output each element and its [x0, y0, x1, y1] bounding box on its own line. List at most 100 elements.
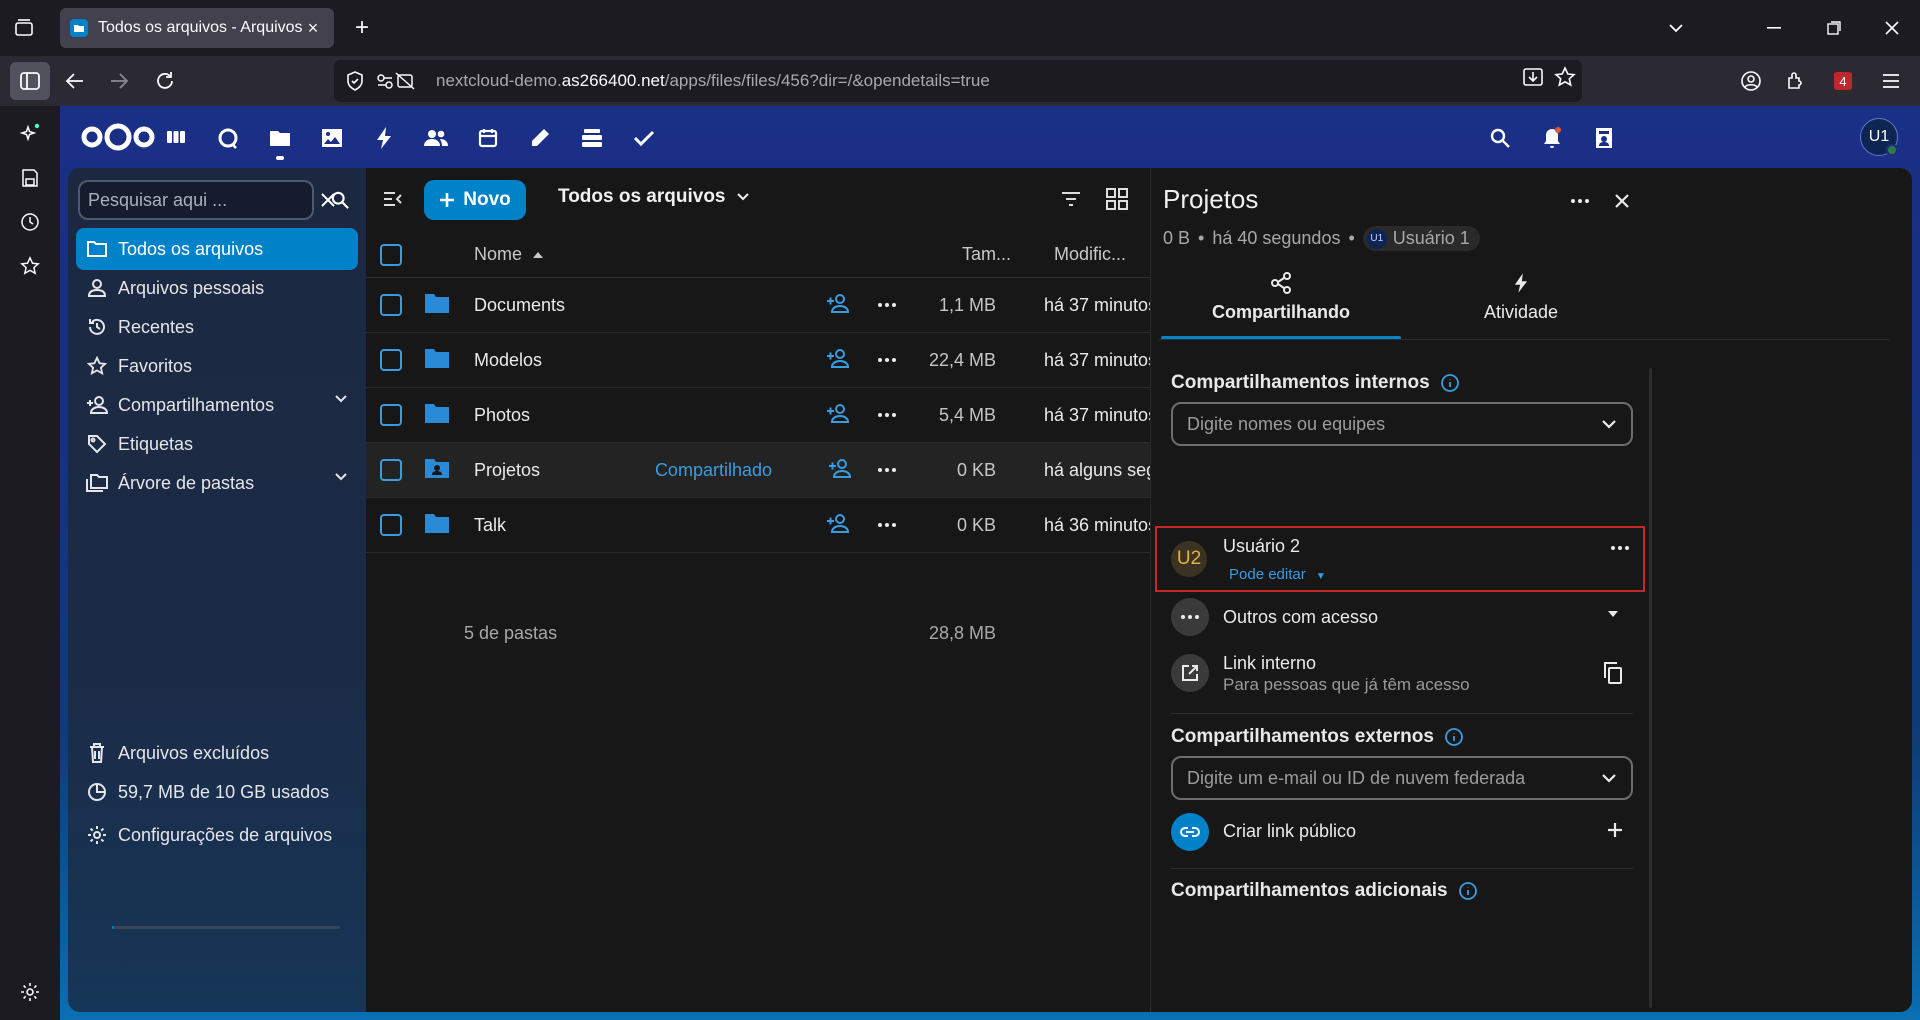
- window-close-icon[interactable]: [1878, 14, 1906, 42]
- unified-search-icon[interactable]: [1482, 120, 1518, 156]
- extension-badge-icon[interactable]: 4: [1828, 66, 1858, 96]
- nextcloud-logo-icon[interactable]: [80, 118, 156, 156]
- reload-icon[interactable]: [150, 66, 180, 96]
- forward-icon[interactable]: [104, 66, 134, 96]
- share-user-icon[interactable]: [826, 348, 850, 368]
- info-icon[interactable]: [1458, 881, 1478, 901]
- chevron-down-icon[interactable]: [334, 472, 348, 482]
- file-name[interactable]: Photos: [474, 405, 530, 426]
- row-more-icon[interactable]: [878, 293, 896, 307]
- file-name[interactable]: Documents: [474, 295, 565, 316]
- ai-sparkle-icon[interactable]: [18, 122, 42, 146]
- search-icon[interactable]: [326, 186, 354, 214]
- breadcrumb-current[interactable]: Todos os arquivos: [558, 186, 750, 208]
- close-sidebar-icon[interactable]: [1607, 186, 1637, 216]
- file-name[interactable]: Modelos: [474, 350, 542, 371]
- share-more-icon[interactable]: [1611, 546, 1629, 550]
- files-app-icon[interactable]: [262, 120, 298, 160]
- nav-item-deleted-files[interactable]: Arquivos excluídos: [76, 732, 358, 774]
- sidebar-toggle-icon[interactable]: [10, 62, 50, 100]
- talk-app-icon[interactable]: [210, 120, 246, 156]
- grid-view-icon[interactable]: [1102, 184, 1132, 214]
- shield-icon[interactable]: [346, 71, 364, 91]
- file-row[interactable]: Photos 5,4 MB há 37 minutos: [366, 388, 1157, 443]
- new-button[interactable]: Novo: [424, 180, 526, 220]
- row-checkbox[interactable]: [380, 514, 402, 536]
- browser-tab-active[interactable]: Todos os arquivos - Arquivos - Nextcloud…: [60, 8, 334, 48]
- file-row[interactable]: Projetos Compartilhado 0 KB há alguns seg..…: [366, 443, 1171, 498]
- nav-item-all-files[interactable]: Todos os arquivos: [76, 228, 358, 270]
- minimize-icon[interactable]: [1760, 14, 1788, 42]
- bookmarks-star-icon[interactable]: [18, 254, 42, 278]
- details-scrollbar[interactable]: [1649, 368, 1652, 1008]
- activity-app-icon[interactable]: [366, 120, 402, 156]
- notifications-bell-icon[interactable]: [1534, 120, 1570, 156]
- extensions-icon[interactable]: [1780, 66, 1810, 96]
- save-to-pocket-icon[interactable]: [18, 166, 42, 190]
- add-public-link-icon[interactable]: [1607, 822, 1623, 838]
- chevron-down-icon[interactable]: [334, 394, 348, 404]
- tab-close-icon[interactable]: ×: [302, 17, 324, 39]
- menu-icon[interactable]: [1876, 66, 1906, 96]
- row-checkbox[interactable]: [380, 404, 402, 426]
- row-more-icon[interactable]: [878, 348, 896, 362]
- row-more-icon[interactable]: [878, 403, 896, 417]
- internal-share-search[interactable]: Digite nomes ou equipes: [1171, 402, 1633, 446]
- nav-search-input[interactable]: [88, 189, 320, 211]
- dashboard-app-icon[interactable]: [158, 120, 194, 156]
- filter-icon[interactable]: [1056, 184, 1086, 214]
- caret-down-icon[interactable]: [1607, 610, 1619, 618]
- more-actions-icon[interactable]: [1565, 186, 1595, 216]
- notes-app-icon[interactable]: [522, 120, 558, 156]
- install-app-icon[interactable]: [1522, 66, 1544, 88]
- calendar-app-icon[interactable]: [470, 120, 506, 156]
- nav-item-personal-files[interactable]: Arquivos pessoais: [76, 267, 358, 309]
- permissions-icon[interactable]: [376, 71, 416, 91]
- nav-item-recent[interactable]: Recentes: [76, 306, 358, 348]
- history-icon[interactable]: [18, 210, 42, 234]
- tasks-app-icon[interactable]: [626, 120, 662, 156]
- row-checkbox[interactable]: [380, 349, 402, 371]
- sort-by-name[interactable]: Nome: [474, 244, 544, 265]
- collapse-navigation-icon[interactable]: [378, 184, 408, 214]
- external-share-search[interactable]: Digite um e-mail ou ID de nuvem federada: [1171, 756, 1633, 800]
- row-checkbox[interactable]: [380, 459, 402, 481]
- tab-sharing[interactable]: Compartilhando: [1161, 272, 1401, 340]
- user-avatar[interactable]: U1: [1860, 118, 1898, 156]
- shared-status-label[interactable]: Compartilhado: [655, 460, 772, 481]
- deck-app-icon[interactable]: [574, 120, 610, 156]
- file-row[interactable]: Talk 0 KB há 36 minutos: [366, 498, 1157, 553]
- nav-item-favorites[interactable]: Favoritos: [76, 345, 358, 387]
- photos-app-icon[interactable]: [314, 120, 350, 156]
- others-access-label[interactable]: Outros com acesso: [1223, 607, 1378, 628]
- nav-item-files-settings[interactable]: Configurações de arquivos: [76, 814, 358, 856]
- info-icon[interactable]: [1444, 727, 1464, 747]
- browser-settings-gear-icon[interactable]: [18, 980, 42, 1004]
- share-user-icon[interactable]: [826, 403, 850, 423]
- share-user-icon[interactable]: [826, 293, 850, 313]
- info-icon[interactable]: [1440, 373, 1460, 393]
- select-all-checkbox[interactable]: [380, 244, 402, 266]
- row-more-icon[interactable]: [878, 458, 896, 472]
- nav-item-folder-tree[interactable]: Árvore de pastas: [76, 462, 358, 504]
- account-icon[interactable]: [1736, 66, 1766, 96]
- file-name[interactable]: Projetos: [474, 460, 540, 481]
- url-bar[interactable]: nextcloud-demo.as266400.net/apps/files/f…: [334, 60, 1582, 102]
- contacts-menu-icon[interactable]: [1586, 120, 1622, 156]
- contacts-app-icon[interactable]: [418, 120, 454, 156]
- sort-by-size[interactable]: Tam...: [962, 244, 1011, 265]
- bookmark-star-icon[interactable]: [1554, 66, 1576, 88]
- share-permission-dropdown[interactable]: Pode editar ▼: [1229, 566, 1326, 583]
- tab-overflow-chevron-icon[interactable]: [1662, 14, 1690, 42]
- row-checkbox[interactable]: [380, 294, 402, 316]
- new-tab-icon[interactable]: +: [348, 14, 376, 42]
- back-icon[interactable]: [60, 66, 90, 96]
- tab-list-icon[interactable]: [10, 14, 38, 42]
- sort-by-modified[interactable]: Modific...: [1054, 244, 1126, 265]
- nav-item-tags[interactable]: Etiquetas: [76, 423, 358, 465]
- row-more-icon[interactable]: [878, 513, 896, 527]
- file-row[interactable]: Documents 1,1 MB há 37 minutos: [366, 278, 1157, 333]
- restore-icon[interactable]: [1820, 14, 1848, 42]
- tab-activity[interactable]: Atividade: [1401, 272, 1641, 340]
- owner-chip[interactable]: U1 Usuário 1: [1362, 226, 1480, 251]
